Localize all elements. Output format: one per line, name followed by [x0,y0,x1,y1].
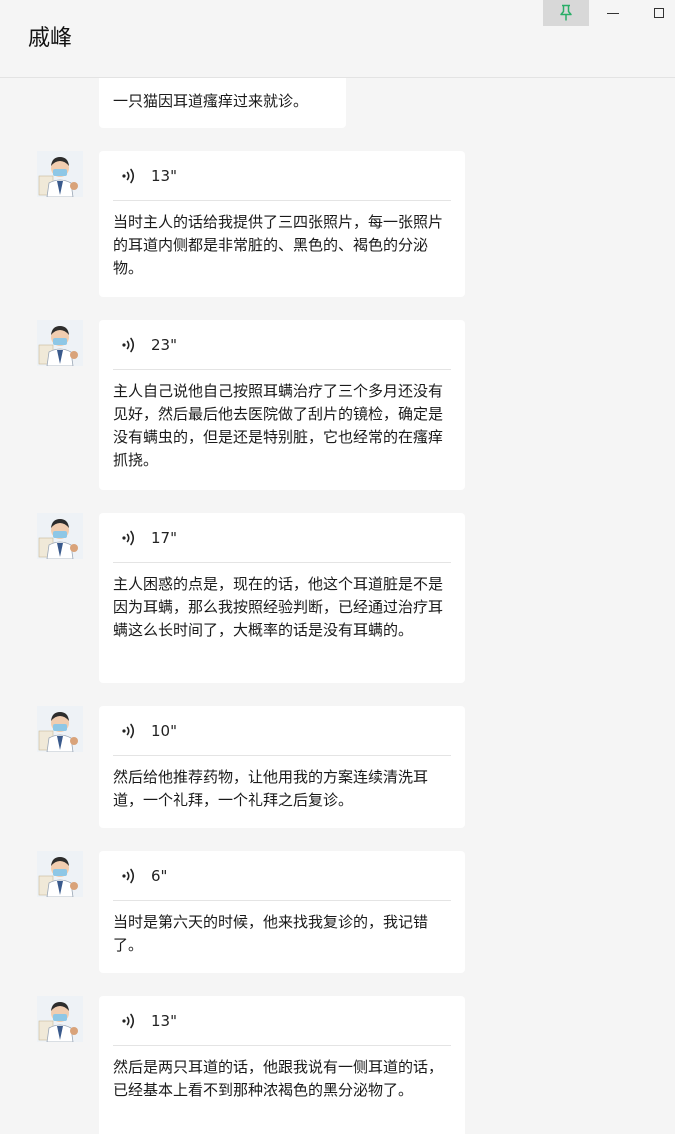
chat-message-list[interactable]: 一只猫因耳道瘙痒过来就诊。 13" 当时主人的话给我提供了三四张照片，每一张照片… [0,78,675,1134]
voice-player[interactable]: 10" [113,706,451,756]
voice-message-bubble[interactable]: 10" 然后给他推荐药物，让他用我的方案连续清洗耳道，一个礼拜，一个礼拜之后复诊… [99,706,465,828]
voice-wave-icon [122,530,135,545]
doctor-avatar-icon [37,151,83,197]
voice-player[interactable]: 23" [113,320,451,370]
doctor-avatar-icon [37,996,83,1042]
avatar[interactable] [37,151,83,197]
voice-transcript: 主人困惑的点是，现在的话，他这个耳道脏是不是因为耳螨，那么我按照经验判断，已经通… [113,575,444,639]
voice-player[interactable]: 17" [113,513,451,563]
voice-transcript: 当时是第六天的时候，他来找我复诊的，我记错了。 [113,913,429,954]
voice-duration: 13" [151,166,177,185]
title-bar: 戚峰 [0,0,675,78]
voice-duration: 23" [151,335,177,354]
avatar[interactable] [37,996,83,1042]
voice-wave-icon [122,168,135,183]
avatar[interactable] [37,320,83,366]
doctor-avatar-icon [37,513,83,559]
voice-duration: 6" [151,866,168,885]
voice-message-bubble[interactable]: 17" 主人困惑的点是，现在的话，他这个耳道脏是不是因为耳螨，那么我按照经验判断… [99,513,465,683]
voice-wave-icon [122,1013,135,1028]
voice-duration: 17" [151,528,177,547]
maximize-icon [654,8,664,18]
doctor-avatar-icon [37,320,83,366]
voice-transcript: 然后是两只耳道的话，他跟我说有一侧耳道的话，已经基本上看不到那种浓褐色的黑分泌物… [113,1058,444,1099]
maximize-button[interactable] [636,0,675,26]
voice-message-bubble[interactable]: 13" 然后是两只耳道的话，他跟我说有一侧耳道的话，已经基本上看不到那种浓褐色的… [99,996,465,1134]
pin-button[interactable] [543,0,589,26]
voice-transcript: 当时主人的话给我提供了三四张照片，每一张照片的耳道内侧都是非常脏的、黑色的、褐色… [113,213,444,277]
minimize-icon [607,12,619,14]
voice-duration: 10" [151,721,177,740]
voice-wave-icon [122,868,135,883]
chat-title: 戚峰 [28,26,73,51]
voice-wave-icon [122,723,135,738]
voice-message-bubble[interactable]: 6" 当时是第六天的时候，他来找我复诊的，我记错了。 [99,851,465,973]
voice-player[interactable]: 13" [113,151,451,201]
avatar[interactable] [37,706,83,752]
message-text: 一只猫因耳道瘙痒过来就诊。 [113,92,309,110]
voice-transcript: 然后给他推荐药物，让他用我的方案连续清洗耳道，一个礼拜，一个礼拜之后复诊。 [113,768,429,809]
message-bubble[interactable]: 一只猫因耳道瘙痒过来就诊。 [99,78,346,128]
voice-wave-icon [122,337,135,352]
voice-message-bubble[interactable]: 13" 当时主人的话给我提供了三四张照片，每一张照片的耳道内侧都是非常脏的、黑色… [99,151,465,297]
voice-message-bubble[interactable]: 23" 主人自己说他自己按照耳螨治疗了三个多月还没有见好，然后最后他去医院做了刮… [99,320,465,490]
avatar[interactable] [37,513,83,559]
avatar[interactable] [37,851,83,897]
voice-duration: 13" [151,1011,177,1030]
voice-player[interactable]: 6" [113,851,451,901]
doctor-avatar-icon [37,851,83,897]
minimize-button[interactable] [590,0,636,26]
voice-player[interactable]: 13" [113,996,451,1046]
pin-icon [560,4,572,21]
voice-transcript: 主人自己说他自己按照耳螨治疗了三个多月还没有见好，然后最后他去医院做了刮片的镜检… [113,382,444,469]
doctor-avatar-icon [37,706,83,752]
